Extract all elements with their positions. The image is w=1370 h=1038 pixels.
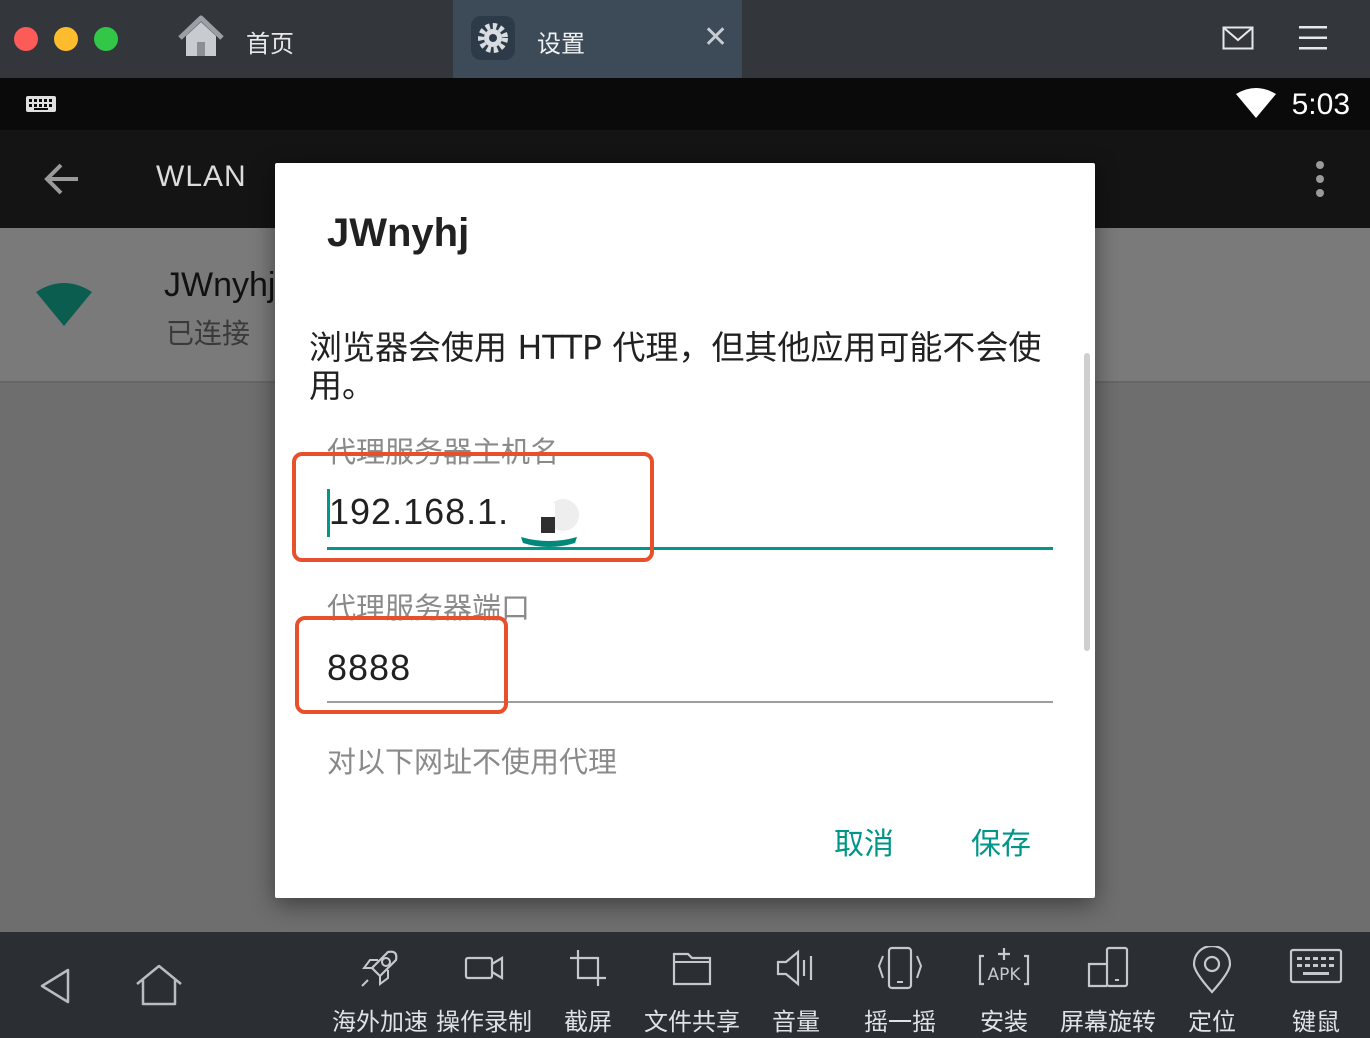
overflow-menu-icon[interactable] [1314,160,1326,198]
toolbar-keyboard-mouse[interactable]: 键鼠 [1268,932,1364,1038]
apk-install-icon: APK [978,948,1030,986]
toolbar-file-share[interactable]: 文件共享 [644,932,740,1038]
wifi-signal-icon [36,283,92,326]
gear-icon [471,16,515,60]
location-icon [1192,946,1232,994]
rocket-icon [361,950,398,987]
status-clock: 5:03 [1291,88,1350,121]
toolbar-screenshot[interactable]: 截屏 [540,932,636,1038]
back-arrow-icon[interactable] [44,162,80,196]
emulator-toolbar: 海外加速 操作录制 截屏 文件共享 音量 摇一摇 APK 安装 屏幕旋转 定位 … [0,932,1370,1038]
toolbar-location[interactable]: 定位 [1164,932,1260,1038]
toolbar-label: 键鼠 [1292,1008,1340,1036]
crop-icon [570,950,606,986]
tab-home-label: 首页 [246,30,294,58]
toolbar-install-apk[interactable]: APK 安装 [956,932,1052,1038]
hostname-highlight-box [292,452,654,562]
back-icon[interactable] [38,968,72,1004]
save-button[interactable]: 保存 [971,819,1031,863]
toolbar-rotate-screen[interactable]: 屏幕旋转 [1060,932,1156,1038]
toolbar-label: 安装 [980,1008,1028,1036]
toolbar-label: 屏幕旋转 [1060,1008,1156,1036]
rotate-screen-icon [1087,946,1129,988]
wifi-icon [1236,88,1276,118]
keyboard-icon [26,96,56,112]
toolbar-shake[interactable]: 摇一摇 [852,932,948,1038]
maximize-window-button[interactable] [94,27,118,51]
folder-icon [672,952,712,986]
tab-settings[interactable]: 设置 ✕ [453,0,742,78]
minimize-window-button[interactable] [54,27,78,51]
toolbar-operation-record[interactable]: 操作录制 [436,932,532,1038]
keyboard-mouse-icon [1289,948,1343,984]
close-window-button[interactable] [14,27,38,51]
toolbar-label: 摇一摇 [864,1008,936,1036]
close-tab-button[interactable]: ✕ [703,18,728,58]
tab-home[interactable]: 首页 [160,0,452,78]
hamburger-menu-icon[interactable] [1299,24,1327,52]
toolbar-label: 音量 [772,1008,820,1036]
svg-text:APK: APK [987,965,1021,985]
dialog-title: JWnyhj [327,211,470,255]
bypass-label: 对以下网址不使用代理 [327,745,618,779]
shake-icon [877,946,923,990]
home-icon [178,15,224,56]
toolbar-label: 文件共享 [644,1008,740,1036]
dialog-message: 浏览器会使用 HTTP 代理，但其他应用可能不会使用。 [309,328,1042,405]
toolbar-overseas-acceleration[interactable]: 海外加速 [332,932,428,1038]
page-title: WLAN [156,160,247,193]
network-status: 已连接 [166,317,251,350]
cancel-button[interactable]: 取消 [834,819,894,863]
window-titlebar: 首页 设置 ✕ [0,0,1370,78]
toolbar-label: 截屏 [564,1008,612,1036]
toolbar-volume[interactable]: 音量 [748,932,844,1038]
tab-settings-label: 设置 [537,30,585,58]
video-record-icon [464,956,504,980]
status-bar: 5:03 [0,78,1370,130]
toolbar-label: 定位 [1188,1008,1236,1036]
volume-icon [776,949,813,987]
toolbar-label: 操作录制 [436,1008,532,1036]
toolbar-label: 海外加速 [332,1008,428,1036]
mail-icon[interactable] [1222,26,1254,50]
dialog-scrollbar[interactable] [1084,353,1090,651]
home-icon[interactable] [134,964,184,1006]
port-highlight-box [295,616,508,714]
network-name: JWnyhj [164,266,276,304]
